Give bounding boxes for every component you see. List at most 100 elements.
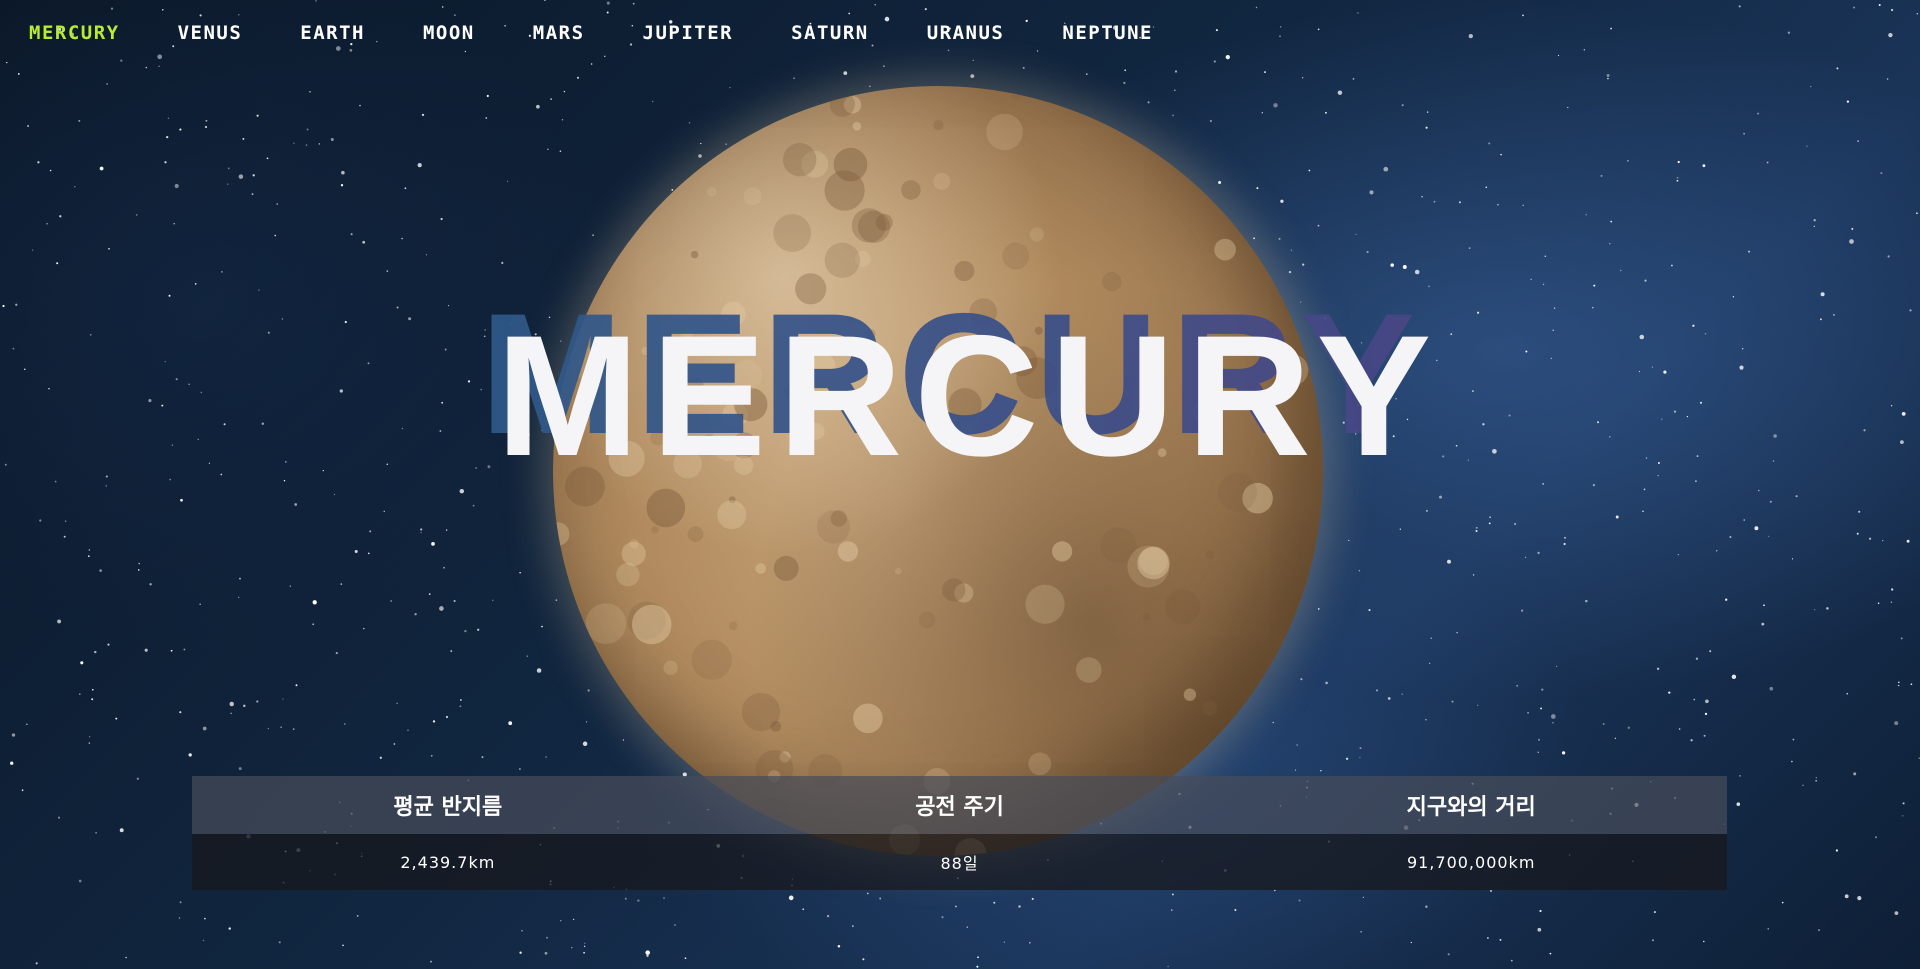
- nav-item-neptune[interactable]: NEPTUNE: [1062, 22, 1153, 44]
- nav-item-earth[interactable]: EARTH: [300, 22, 365, 44]
- crater: [1183, 688, 1197, 701]
- star: [1402, 265, 1407, 269]
- star: [1552, 722, 1554, 724]
- star: [1857, 140, 1859, 142]
- star: [230, 712, 232, 715]
- star: [6, 61, 8, 64]
- crater: [691, 639, 732, 680]
- star: [1585, 214, 1587, 216]
- star: [1500, 153, 1502, 156]
- star: [1592, 483, 1596, 487]
- star: [200, 391, 203, 394]
- nav-item-mercury[interactable]: MERCURY: [29, 22, 120, 44]
- nav-item-saturn[interactable]: SATURN: [791, 22, 869, 44]
- star: [87, 555, 90, 558]
- star: [228, 927, 231, 930]
- star: [645, 950, 650, 955]
- star: [37, 161, 40, 164]
- star: [1537, 738, 1541, 741]
- star: [1886, 78, 1889, 80]
- stats-value-row: 2,439.7km 88일 91,700,000km: [192, 834, 1727, 890]
- star: [1410, 941, 1412, 944]
- star: [1499, 938, 1502, 941]
- star: [519, 571, 521, 574]
- star: [1366, 250, 1369, 254]
- stat-value-distance: 91,700,000km: [1406, 852, 1536, 872]
- star: [170, 649, 173, 652]
- star: [1769, 686, 1774, 691]
- star: [1690, 739, 1693, 742]
- star: [1857, 896, 1862, 901]
- star: [252, 174, 255, 177]
- planet-title: MERCURY: [496, 300, 1444, 492]
- star: [119, 828, 124, 833]
- star: [284, 460, 287, 463]
- nav-item-uranus[interactable]: URANUS: [927, 22, 1005, 44]
- crater: [621, 541, 646, 566]
- star: [1704, 333, 1707, 335]
- star: [1508, 414, 1511, 417]
- star: [194, 283, 197, 285]
- star: [1171, 909, 1173, 911]
- star: [1888, 32, 1893, 38]
- nav-item-moon[interactable]: MOON: [423, 22, 475, 44]
- star: [312, 623, 315, 626]
- star: [180, 498, 183, 502]
- star: [1791, 760, 1793, 763]
- star: [283, 479, 286, 482]
- star: [1695, 480, 1697, 483]
- star: [1018, 905, 1021, 908]
- star: [1302, 77, 1304, 79]
- star: [276, 203, 278, 205]
- nav-item-venus[interactable]: VENUS: [178, 22, 243, 44]
- star: [447, 304, 450, 307]
- star: [242, 137, 245, 140]
- star: [1455, 444, 1458, 447]
- star: [1124, 69, 1127, 72]
- star: [1593, 284, 1596, 287]
- star: [238, 174, 244, 179]
- star: [1703, 734, 1706, 737]
- star: [1561, 751, 1566, 755]
- star: [330, 138, 334, 141]
- star: [1553, 307, 1556, 309]
- star: [149, 583, 152, 586]
- star: [120, 59, 123, 62]
- star: [1234, 909, 1237, 911]
- star: [386, 463, 389, 466]
- star: [1906, 539, 1910, 543]
- star: [1610, 27, 1613, 30]
- star: [166, 135, 169, 139]
- crater: [1025, 584, 1065, 624]
- star: [1537, 551, 1540, 555]
- star: [663, 897, 665, 899]
- star: [1607, 77, 1609, 80]
- star: [172, 45, 175, 48]
- stat-value-orbit: 88일: [940, 854, 979, 873]
- star: [312, 600, 317, 605]
- star: [1657, 474, 1659, 477]
- crater: [1028, 752, 1052, 776]
- nav-item-mars[interactable]: MARS: [533, 22, 585, 44]
- stat-header-distance: 지구와의 거리: [1406, 795, 1536, 820]
- star: [1763, 604, 1765, 607]
- nav-item-jupiter[interactable]: JUPITER: [643, 22, 734, 44]
- star: [138, 562, 140, 565]
- star: [179, 711, 182, 714]
- page-background: MERCURY VENUS EARTH MOON MARS JUPITER SA…: [0, 0, 1920, 969]
- star: [1833, 314, 1835, 316]
- star: [349, 49, 353, 52]
- star: [1736, 802, 1741, 806]
- star: [110, 7, 114, 10]
- star: [550, 98, 552, 100]
- star: [1003, 941, 1006, 943]
- crater: [773, 555, 799, 581]
- star: [460, 699, 462, 701]
- star: [852, 925, 854, 927]
- star: [837, 944, 841, 948]
- star: [1815, 777, 1817, 779]
- star: [1699, 401, 1703, 404]
- star: [305, 144, 308, 146]
- star: [1456, 631, 1458, 634]
- star: [1608, 242, 1611, 245]
